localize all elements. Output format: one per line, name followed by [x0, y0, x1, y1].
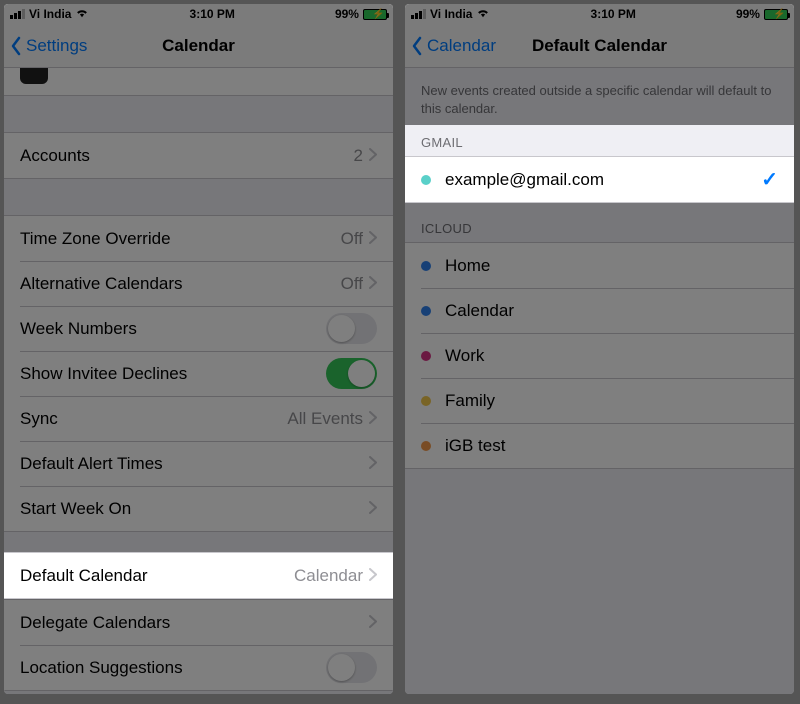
section-header-icloud: ICLOUD	[405, 203, 794, 242]
toggle-invitee[interactable]	[326, 358, 377, 389]
signal-icon	[10, 9, 25, 19]
row-label: Location Suggestions	[20, 658, 326, 678]
row-sync[interactable]: Sync All Events	[4, 396, 393, 441]
row-label: Sync	[20, 409, 287, 429]
row-value: Off	[341, 274, 363, 294]
row-label: Delegate Calendars	[20, 613, 369, 633]
row-delegate[interactable]: Delegate Calendars	[4, 600, 393, 645]
toggle-locsug[interactable]	[326, 652, 377, 683]
calendar-color-dot	[421, 306, 431, 316]
calendar-color-dot	[421, 396, 431, 406]
row-label: Accounts	[20, 146, 354, 166]
row-startwk[interactable]: Start Week On	[4, 486, 393, 531]
row-label: Week Numbers	[20, 319, 326, 339]
calendar-label: Home	[445, 256, 778, 276]
calendar-color-dot	[421, 441, 431, 451]
battery-icon: ⚡	[363, 9, 387, 20]
chevron-right-icon	[369, 409, 377, 429]
toggle-weeknum[interactable]	[326, 313, 377, 344]
back-button[interactable]: Settings	[4, 36, 87, 56]
row-label: Start Week On	[20, 499, 369, 519]
app-icon	[20, 66, 48, 84]
row-label: Alternative Calendars	[20, 274, 341, 294]
calendar-color-dot	[421, 351, 431, 361]
chevron-right-icon	[369, 566, 377, 586]
calendar-option[interactable]: Family	[405, 378, 794, 423]
row-value: All Events	[287, 409, 363, 429]
calendar-label: Family	[445, 391, 778, 411]
row-value: Off	[341, 229, 363, 249]
row-label: Default Alert Times	[20, 454, 369, 474]
calendar-color-dot	[421, 175, 431, 185]
back-button[interactable]: Calendar	[405, 36, 496, 56]
status-time: 3:10 PM	[591, 7, 636, 21]
chevron-right-icon	[369, 146, 377, 166]
row-invitee: Show Invitee Declines	[4, 351, 393, 396]
row-weeknum: Week Numbers	[4, 306, 393, 351]
carrier-label: Vi India	[430, 7, 472, 21]
battery-icon: ⚡	[764, 9, 788, 20]
calendar-option[interactable]: Calendar	[405, 288, 794, 333]
wifi-icon	[75, 7, 89, 21]
battery-pct: 99%	[736, 7, 760, 21]
calendar-label: iGB test	[445, 436, 778, 456]
chevron-right-icon	[369, 499, 377, 519]
nav-bar: Calendar Default Calendar	[405, 24, 794, 68]
back-label: Calendar	[427, 36, 496, 56]
calendar-option-gmail[interactable]: example@gmail.com ✓	[405, 157, 794, 202]
chevron-right-icon	[369, 454, 377, 474]
calendar-label: Calendar	[445, 301, 778, 321]
signal-icon	[411, 9, 426, 19]
nav-bar: Settings Calendar	[4, 24, 393, 68]
row-value: Calendar	[294, 566, 363, 586]
row-label: Default Calendar	[20, 566, 294, 586]
chevron-right-icon	[369, 613, 377, 633]
row-altcal[interactable]: Alternative Calendars Off	[4, 261, 393, 306]
row-timezone[interactable]: Time Zone Override Off	[4, 216, 393, 261]
row-default-calendar[interactable]: Default Calendar Calendar	[4, 553, 393, 598]
calendar-option[interactable]: iGB test	[405, 423, 794, 468]
calendar-label: Work	[445, 346, 778, 366]
row-label: Show Invitee Declines	[20, 364, 326, 384]
section-description: New events created outside a specific ca…	[405, 68, 794, 125]
chevron-right-icon	[369, 274, 377, 294]
chevron-right-icon	[369, 229, 377, 249]
chevron-left-icon	[10, 36, 22, 56]
row-value: 2	[354, 146, 363, 166]
screen-default-calendar: Vi India 3:10 PM 99% ⚡ Calendar Default …	[405, 4, 794, 694]
status-bar: Vi India 3:10 PM 99% ⚡	[405, 4, 794, 24]
battery-pct: 99%	[335, 7, 359, 21]
back-label: Settings	[26, 36, 87, 56]
chevron-left-icon	[411, 36, 423, 56]
checkmark-icon: ✓	[761, 167, 778, 192]
wifi-icon	[476, 7, 490, 21]
status-time: 3:10 PM	[190, 7, 235, 21]
partial-row	[4, 68, 393, 96]
screen-calendar-settings: Vi India 3:10 PM 99% ⚡ Settings Calendar	[4, 4, 393, 694]
calendar-label: example@gmail.com	[445, 170, 761, 190]
row-alert[interactable]: Default Alert Times	[4, 441, 393, 486]
row-label: Time Zone Override	[20, 229, 341, 249]
section-header-gmail: GMAIL	[405, 125, 794, 156]
status-bar: Vi India 3:10 PM 99% ⚡	[4, 4, 393, 24]
carrier-label: Vi India	[29, 7, 71, 21]
row-accounts[interactable]: Accounts 2	[4, 133, 393, 178]
calendar-option[interactable]: Home	[405, 243, 794, 288]
calendar-option[interactable]: Work	[405, 333, 794, 378]
row-locsug: Location Suggestions	[4, 645, 393, 690]
calendar-color-dot	[421, 261, 431, 271]
